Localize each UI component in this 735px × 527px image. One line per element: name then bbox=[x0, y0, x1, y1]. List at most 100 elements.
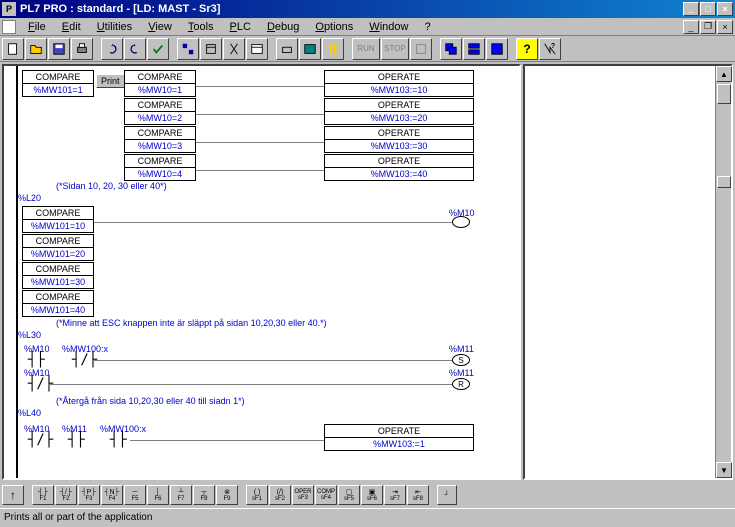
toolbar: RUN STOP ? ? bbox=[0, 36, 735, 62]
block-value: %MW101=40 bbox=[23, 304, 93, 316]
tool-4-button[interactable] bbox=[246, 38, 268, 60]
fkey-sf4[interactable]: COMPsF4 bbox=[315, 485, 337, 505]
contact-nc[interactable]: ┤/├ bbox=[28, 432, 53, 448]
operate-block[interactable]: OPERATE %MW103:=10 bbox=[324, 70, 474, 97]
find-button[interactable] bbox=[223, 38, 245, 60]
maximize-button[interactable]: □ bbox=[700, 2, 716, 16]
compare-block[interactable]: COMPARE %MW10=2 bbox=[124, 98, 196, 125]
set-coil[interactable]: S bbox=[452, 354, 470, 366]
menu-bar: File Edit Utilities View Tools PLC Debug… bbox=[0, 18, 735, 36]
fkey-f5[interactable]: ─F5 bbox=[124, 485, 146, 505]
cascade-button[interactable] bbox=[440, 38, 462, 60]
compare-block[interactable]: COMPARE %MW10=4 bbox=[124, 154, 196, 181]
menu-plc[interactable]: PLC bbox=[222, 19, 259, 35]
block-title: OPERATE bbox=[325, 155, 473, 168]
tile-v-button[interactable] bbox=[486, 38, 508, 60]
fkey-f3[interactable]: ┤P├F3 bbox=[78, 485, 100, 505]
menu-edit[interactable]: Edit bbox=[54, 19, 89, 35]
fkey-sf2[interactable]: (/)sF2 bbox=[269, 485, 291, 505]
operate-block[interactable]: OPERATE %MW103:=20 bbox=[324, 98, 474, 125]
fkey-sf1[interactable]: ( )sF1 bbox=[246, 485, 268, 505]
redo-button[interactable] bbox=[124, 38, 146, 60]
child-restore-button[interactable]: ❐ bbox=[700, 20, 716, 34]
tool-10-button[interactable] bbox=[410, 38, 432, 60]
tile-h-button[interactable] bbox=[463, 38, 485, 60]
close-button[interactable]: × bbox=[717, 2, 733, 16]
child-minimize-button[interactable]: _ bbox=[683, 20, 699, 34]
compare-block[interactable]: COMPARE %MW101=40 bbox=[22, 290, 94, 317]
tool-6-button[interactable] bbox=[299, 38, 321, 60]
fkey-f6[interactable]: │F6 bbox=[147, 485, 169, 505]
tool-1-button[interactable] bbox=[177, 38, 199, 60]
operate-block[interactable]: OPERATE %MW103:=40 bbox=[324, 154, 474, 181]
up-arrow-button[interactable]: ↑ bbox=[2, 485, 24, 505]
fkey-f9[interactable]: ⊗F9 bbox=[216, 485, 238, 505]
menu-debug[interactable]: Debug bbox=[259, 19, 307, 35]
fkey-sf8[interactable]: ⇤sF8 bbox=[407, 485, 429, 505]
block-value: %MW101=1 bbox=[23, 84, 93, 96]
minimize-button[interactable]: _ bbox=[683, 2, 699, 16]
block-title: COMPARE bbox=[23, 71, 93, 84]
fkey-f2[interactable]: ┤/├F2 bbox=[55, 485, 77, 505]
menu-file[interactable]: File bbox=[20, 19, 54, 35]
fkey-sf3[interactable]: OPERsF3 bbox=[292, 485, 314, 505]
ladder-editor[interactable]: COMPARE %MW101=1 Print COMPARE %MW10=1 C… bbox=[2, 64, 521, 480]
compare-block[interactable]: COMPARE %MW10=1 bbox=[124, 70, 196, 97]
wire bbox=[94, 360, 452, 361]
open-button[interactable] bbox=[25, 38, 47, 60]
fkey-sf6[interactable]: ▣sF6 bbox=[361, 485, 383, 505]
scroll-marker[interactable] bbox=[717, 176, 731, 188]
scroll-down-button[interactable]: ▼ bbox=[716, 462, 732, 478]
block-title: COMPARE bbox=[125, 155, 195, 168]
block-value: %MW103:=40 bbox=[325, 168, 473, 180]
contact-no[interactable]: ┤├ bbox=[110, 432, 127, 448]
block-value: %MW101=30 bbox=[23, 276, 93, 288]
scroll-up-button[interactable]: ▲ bbox=[716, 66, 732, 82]
compare-block[interactable]: COMPARE %MW101=1 bbox=[22, 70, 94, 97]
new-button[interactable] bbox=[2, 38, 24, 60]
wire bbox=[196, 170, 324, 171]
coil[interactable] bbox=[452, 216, 470, 228]
fkey-f4[interactable]: ┤N├F4 bbox=[101, 485, 123, 505]
stop-button[interactable]: STOP bbox=[381, 38, 409, 60]
block-value: %MW10=1 bbox=[125, 84, 195, 96]
compare-block[interactable]: COMPARE %MW101=10 bbox=[22, 206, 94, 233]
block-title: COMPARE bbox=[125, 71, 195, 84]
menu-help[interactable]: ? bbox=[416, 19, 438, 35]
menu-view[interactable]: View bbox=[140, 19, 180, 35]
help-button[interactable]: ? bbox=[516, 38, 538, 60]
contact-no[interactable]: ┤├ bbox=[68, 432, 85, 448]
operate-block[interactable]: OPERATE %MW103:=1 bbox=[324, 424, 474, 451]
run-button[interactable]: RUN bbox=[352, 38, 380, 60]
fkey-f7[interactable]: ┴F7 bbox=[170, 485, 192, 505]
menu-window[interactable]: Window bbox=[361, 19, 416, 35]
fkey-sf7[interactable]: ⇥sF7 bbox=[384, 485, 406, 505]
reset-coil[interactable]: R bbox=[452, 378, 470, 390]
fkey-f1[interactable]: ┤├F1 bbox=[32, 485, 54, 505]
compare-block[interactable]: COMPARE %MW10=3 bbox=[124, 126, 196, 153]
menu-utilities[interactable]: Utilities bbox=[89, 19, 140, 35]
menu-options[interactable]: Options bbox=[307, 19, 361, 35]
window-buttons-inner: _ ❐ × bbox=[683, 20, 733, 34]
tool-5-button[interactable] bbox=[276, 38, 298, 60]
vertical-scrollbar[interactable]: ▲ ▼ bbox=[715, 66, 731, 478]
tool-7-button[interactable] bbox=[322, 38, 344, 60]
save-button[interactable] bbox=[48, 38, 70, 60]
fkey-f8[interactable]: ┬F8 bbox=[193, 485, 215, 505]
operate-block[interactable]: OPERATE %MW103:=30 bbox=[324, 126, 474, 153]
block-title: COMPARE bbox=[23, 207, 93, 220]
fkey-sf5[interactable]: ▢sF5 bbox=[338, 485, 360, 505]
whatsthis-button[interactable]: ? bbox=[539, 38, 561, 60]
tool-2-button[interactable] bbox=[200, 38, 222, 60]
contact-no[interactable]: ┤├ bbox=[28, 352, 45, 368]
validate-button[interactable] bbox=[147, 38, 169, 60]
scroll-thumb[interactable] bbox=[717, 84, 731, 104]
compare-block[interactable]: COMPARE %MW101=30 bbox=[22, 262, 94, 289]
fkey-end[interactable]: ┘ bbox=[437, 485, 457, 505]
print-button[interactable] bbox=[71, 38, 93, 60]
menu-tools[interactable]: Tools bbox=[180, 19, 222, 35]
block-value: %MW103:=1 bbox=[325, 438, 473, 450]
compare-block[interactable]: COMPARE %MW101=20 bbox=[22, 234, 94, 261]
undo-button[interactable] bbox=[101, 38, 123, 60]
child-close-button[interactable]: × bbox=[717, 20, 733, 34]
